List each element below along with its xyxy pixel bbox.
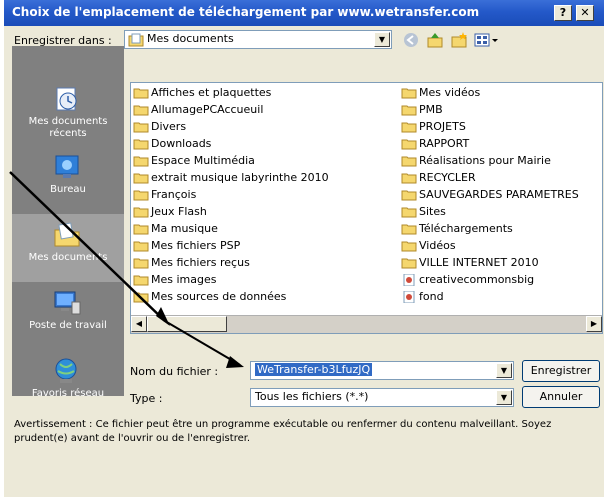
annotation-arrows xyxy=(9,171,244,368)
annotation-arrow-line xyxy=(9,171,166,322)
annotation-arrow-line xyxy=(164,320,241,366)
